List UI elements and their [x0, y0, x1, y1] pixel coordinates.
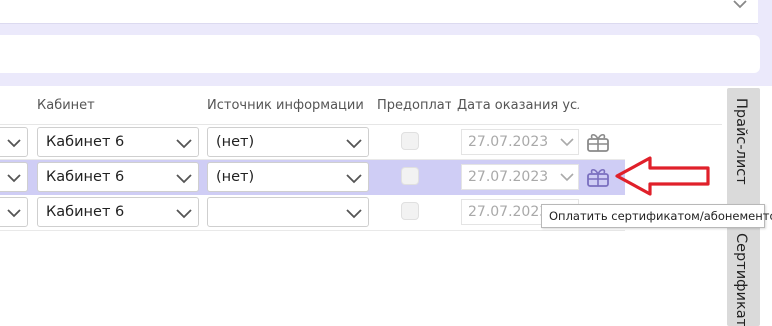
prepay-checkbox[interactable] [401, 167, 419, 185]
tab-price-list[interactable]: Прайс-лист [727, 88, 760, 214]
service-date-value: 27.07.2023 [468, 169, 549, 185]
table-row-selected[interactable]: Кабинет 6 (нет) 27.07.2023 [0, 160, 625, 195]
chevron-down-icon [7, 139, 21, 148]
cabinet-select[interactable]: Кабинет 6 [37, 197, 199, 227]
service-date-picker[interactable]: 27.07.2023 [461, 129, 579, 155]
chevron-down-icon [176, 139, 192, 149]
cabinet-select-value: Кабинет 6 [46, 134, 125, 150]
chevron-down-icon [560, 138, 574, 147]
column-header-source[interactable]: Источник информации [207, 98, 372, 113]
chevron-down-icon[interactable] [732, 0, 748, 10]
tab-certificates[interactable]: Сертификаты [727, 223, 760, 326]
column-header-service-date[interactable]: Дата оказания услуги [457, 98, 579, 113]
tooltip: Оплатить сертификатом/абонементом [541, 204, 772, 228]
source-select[interactable] [207, 197, 369, 227]
top-panel [0, 0, 758, 24]
toolbar-panel [0, 35, 760, 73]
cabinet-select[interactable]: Кабинет 6 [37, 162, 199, 192]
chevron-down-icon [7, 174, 21, 183]
gift-certificate-icon[interactable] [586, 166, 610, 188]
prepay-checkbox[interactable] [401, 202, 419, 220]
tab-price-list-label: Прайс-лист [733, 98, 749, 185]
service-date-picker[interactable]: 27.07.2023 [461, 164, 579, 190]
gift-certificate-icon[interactable] [586, 131, 610, 153]
row-divider [0, 230, 625, 231]
tab-certificates-label: Сертификаты [733, 233, 749, 326]
column-header-prepay[interactable]: Предоплата [377, 98, 451, 113]
row-select-cut[interactable] [0, 162, 28, 192]
service-date-value: 27.07.2023 [468, 204, 549, 220]
top-frame [0, 0, 772, 86]
chevron-down-icon [346, 139, 362, 149]
red-arrow-annotation [615, 156, 710, 196]
row-select-cut[interactable] [0, 197, 28, 227]
prepay-checkbox[interactable] [401, 132, 419, 150]
source-select-value: (нет) [216, 169, 255, 185]
source-select[interactable]: (нет) [207, 162, 369, 192]
source-select[interactable]: (нет) [207, 127, 369, 157]
source-select-value: (нет) [216, 134, 255, 150]
cabinet-select[interactable]: Кабинет 6 [37, 127, 199, 157]
chevron-down-icon [560, 173, 574, 182]
chevron-down-icon [176, 209, 192, 219]
cabinet-select-value: Кабинет 6 [46, 169, 125, 185]
chevron-down-icon [346, 209, 362, 219]
column-header-cabinet[interactable]: Кабинет [37, 98, 197, 113]
service-date-value: 27.07.2023 [468, 134, 549, 150]
row-select-cut[interactable] [0, 127, 28, 157]
chevron-down-icon [7, 209, 21, 218]
cabinet-select-value: Кабинет 6 [46, 204, 125, 220]
chevron-down-icon [176, 174, 192, 184]
chevron-down-icon [346, 174, 362, 184]
